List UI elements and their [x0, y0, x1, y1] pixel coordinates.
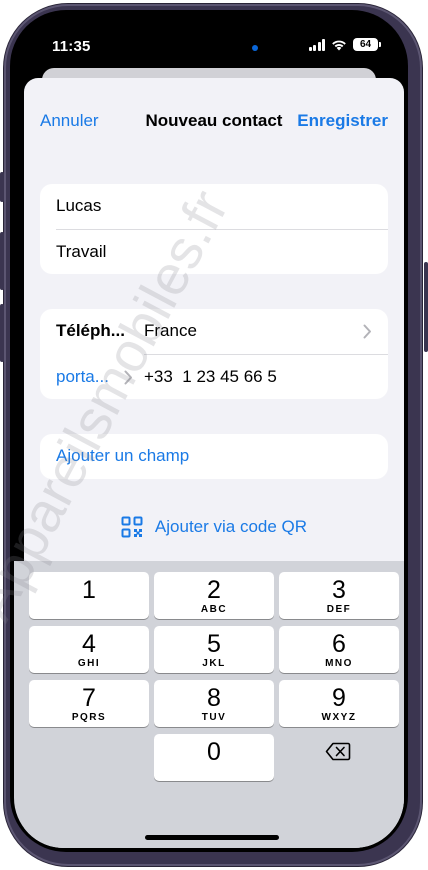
country-value: France [144, 321, 197, 340]
key-digit: 0 [207, 738, 221, 766]
key-letters: ABC [200, 604, 228, 615]
key-digit: 7 [82, 684, 96, 712]
home-indicator [145, 835, 279, 840]
status-time: 11:35 [52, 38, 91, 55]
key-digit: 5 [207, 630, 221, 658]
key-3[interactable]: 3 DEF [279, 572, 399, 619]
key-letters: WXYZ [321, 712, 357, 723]
first-name-field[interactable]: Lucas [40, 184, 388, 228]
battery-icon: 64 [353, 38, 381, 51]
key-letters: TUV [201, 712, 227, 723]
key-letters: PQRS [71, 712, 107, 723]
key-digit: 1 [82, 576, 96, 604]
first-name-value: Lucas [56, 196, 102, 215]
phone-number-input[interactable]: +33 1 23 45 66 5 [144, 367, 277, 387]
name-card: Lucas Travail [40, 184, 388, 274]
key-digit: 6 [332, 630, 346, 658]
key-letters: GHI [77, 658, 101, 669]
save-button[interactable]: Enregistrer [297, 111, 388, 131]
key-5[interactable]: 5 JKL [154, 626, 274, 673]
phone-type-selector[interactable]: porta... [56, 367, 109, 387]
key-8[interactable]: 8 TUV [154, 680, 274, 727]
add-field-label: Ajouter un champ [56, 446, 190, 465]
chevron-right-icon[interactable] [124, 370, 133, 385]
privacy-indicator [252, 45, 258, 51]
key-1[interactable]: 1 [29, 572, 149, 619]
qr-code-icon [121, 516, 143, 538]
key-digit: 4 [82, 630, 96, 658]
side-button-volume-down [0, 304, 4, 362]
key-digit: 8 [207, 684, 221, 712]
key-9[interactable]: 9 WXYZ [279, 680, 399, 727]
key-digit: 3 [332, 576, 346, 604]
chevron-right-icon [363, 324, 371, 339]
key-digit: 2 [207, 576, 221, 604]
key-6[interactable]: 6 MNO [279, 626, 399, 673]
add-via-qr-label: Ajouter via code QR [154, 517, 308, 536]
numeric-keypad: 1 2 ABC 3 DEF 4 GHI 5 JKL 6 MNO 7 PQRS 8 TUV 9 WXYZ 0 [14, 561, 404, 848]
key-4[interactable]: 4 GHI [29, 626, 149, 673]
phone-label: Téléph... [56, 321, 125, 340]
key-letters: JKL [202, 658, 226, 669]
side-button-power [424, 262, 428, 352]
key-letters: MNO [325, 658, 353, 669]
cancel-button[interactable]: Annuler [40, 111, 99, 131]
add-via-qr-button[interactable]: Ajouter via code QR [24, 512, 404, 542]
screen: 11:35 64 Annuler Nouveau contact Enregis… [14, 14, 404, 848]
key-letters: DEF [326, 604, 352, 615]
status-bar: 11:35 64 [14, 14, 404, 74]
phone-card: Téléph... France porta... +33 1 23 45 66… [40, 309, 388, 399]
side-button-volume-up [0, 232, 4, 290]
key-0[interactable]: 0 [154, 734, 274, 781]
battery-level: 64 [359, 39, 372, 50]
company-value: Travail [56, 242, 107, 261]
key-7[interactable]: 7 PQRS [29, 680, 149, 727]
company-field[interactable]: Travail [40, 230, 388, 274]
side-button-action [0, 172, 4, 202]
cellular-signal-icon [308, 38, 325, 51]
delete-key[interactable] [308, 728, 368, 775]
wifi-icon [332, 40, 346, 50]
key-2[interactable]: 2 ABC [154, 572, 274, 619]
status-icons: 64 [308, 38, 381, 51]
backspace-icon [325, 742, 351, 761]
nav-bar: Annuler Nouveau contact Enregistrer [24, 78, 404, 132]
key-digit: 9 [332, 684, 346, 712]
add-field-button[interactable]: Ajouter un champ [40, 434, 388, 479]
phone-country-row[interactable]: Téléph... France [40, 309, 388, 353]
phone-number-row: porta... +33 1 23 45 66 5 [40, 355, 388, 399]
